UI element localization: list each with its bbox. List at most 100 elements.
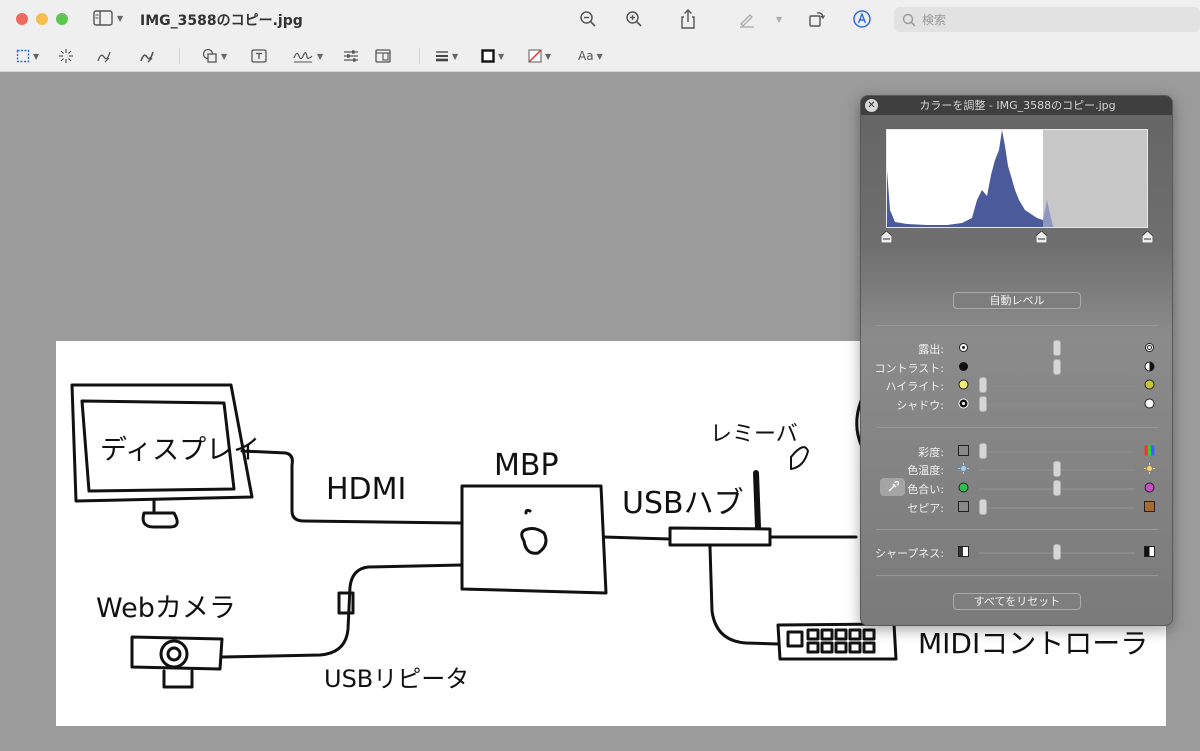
fill-color-button[interactable]: ▼: [528, 47, 551, 65]
sepia-label: セピア:: [907, 502, 944, 515]
zoom-in-icon: [626, 11, 642, 27]
sharpness-min-icon: [958, 546, 969, 557]
toolbar-divider: [179, 48, 180, 64]
sharpness-slider-knob[interactable]: [1053, 544, 1061, 560]
sketch-icon: [97, 51, 111, 63]
shape-style-button[interactable]: ▼: [435, 47, 458, 65]
rotate-button[interactable]: [806, 8, 828, 30]
text-box-button[interactable]: [251, 47, 267, 65]
auto-levels-button[interactable]: 自動レベル: [953, 292, 1081, 309]
label-receiver: レミーバ: [710, 422, 798, 447]
eyedropper-icon: [888, 481, 899, 492]
tint-slider-knob[interactable]: [1053, 480, 1061, 496]
chevron-down-icon: ▼: [596, 51, 603, 61]
chevron-down-icon: ▼: [775, 14, 783, 24]
window-title: IMG_3588のコピー.jpg: [140, 13, 303, 29]
temperature-label: 色温度:: [907, 464, 944, 477]
page-layout-icon: [375, 49, 391, 63]
exposure-slider-knob[interactable]: [1053, 340, 1061, 356]
sepia-min-icon: [958, 501, 969, 512]
markup-toolbar-icon: [853, 10, 871, 28]
contrast-slider-knob[interactable]: [1053, 359, 1061, 375]
text-style-button[interactable]: Aa ▼: [578, 47, 603, 65]
shapes-button[interactable]: ▼: [202, 47, 227, 65]
signature-button[interactable]: ▼: [292, 47, 323, 65]
shadows-label: シャドウ:: [896, 399, 944, 412]
page-layout-button[interactable]: [375, 47, 391, 65]
sepia-slider[interactable]: [979, 507, 1135, 509]
instant-alpha-button[interactable]: [58, 47, 74, 65]
tint-min-icon: [958, 482, 969, 493]
shadows-min-icon: [958, 398, 969, 409]
histogram: [886, 129, 1148, 228]
label-webcam: Webカメラ: [96, 593, 236, 624]
chevron-down-icon: ▼: [498, 51, 505, 61]
rotate-icon: [809, 12, 826, 27]
markup-pen-icon: [740, 14, 754, 28]
close-panel-button[interactable]: ✕: [865, 99, 878, 112]
highlight-menu-button[interactable]: ▼: [772, 8, 786, 30]
rect-selection-icon: [16, 49, 30, 63]
sepia-max-icon: [1144, 501, 1155, 512]
sidebar-toggle-button[interactable]: ▼: [93, 10, 123, 26]
share-icon: [681, 9, 695, 29]
toolbar-divider: [419, 48, 420, 64]
chevron-down-icon: ▼: [117, 13, 124, 23]
saturation-slider[interactable]: [979, 451, 1135, 453]
temperature-max-icon: [1144, 463, 1155, 474]
highlights-slider-knob[interactable]: [979, 377, 987, 393]
minimize-window-button[interactable]: [36, 13, 48, 25]
panel-divider: [876, 325, 1158, 326]
sepia-slider-knob[interactable]: [979, 499, 987, 515]
shadows-slider-knob[interactable]: [979, 396, 987, 412]
zoom-out-button[interactable]: [577, 8, 599, 30]
panel-divider: [876, 529, 1158, 530]
close-window-button[interactable]: [16, 13, 28, 25]
shadows-slider[interactable]: [979, 404, 1135, 406]
zoom-window-button[interactable]: [56, 13, 68, 25]
selection-tools-button[interactable]: ▼: [16, 47, 39, 65]
shadows-max-icon: [1144, 398, 1155, 409]
contrast-max-icon: [1144, 361, 1155, 372]
highlights-label: ハイライト:: [885, 380, 945, 393]
panel-title: カラーを調整 - IMG_3588のコピー.jpg: [861, 96, 1172, 115]
zoom-in-button[interactable]: [623, 8, 645, 30]
highlights-min-icon: [958, 379, 969, 390]
saturation-slider-knob[interactable]: [979, 443, 987, 459]
tint-max-icon: [1144, 482, 1155, 493]
highlight-button[interactable]: [736, 8, 758, 30]
chevron-down-icon: ▼: [317, 51, 324, 61]
border-color-button[interactable]: ▼: [481, 47, 504, 65]
markup-toolbar-button[interactable]: [851, 8, 873, 30]
highlights-max-icon: [1144, 379, 1155, 390]
temperature-slider-knob[interactable]: [1053, 461, 1061, 477]
text-style-label: Aa: [578, 49, 594, 63]
search-field[interactable]: 検索: [894, 7, 1200, 32]
contrast-min-icon: [959, 362, 968, 371]
search-placeholder: 検索: [922, 13, 947, 27]
panel-divider: [876, 575, 1158, 576]
sidebar-icon: [93, 10, 113, 26]
chevron-down-icon: ▼: [545, 51, 552, 61]
draw-button[interactable]: [139, 47, 155, 65]
reset-all-button[interactable]: すべてをリセット: [953, 593, 1081, 610]
temperature-min-icon: [958, 463, 969, 474]
highlights-slider[interactable]: [979, 385, 1135, 387]
black-point-handle[interactable]: [881, 231, 892, 243]
shapes-icon: [202, 48, 217, 63]
share-button[interactable]: [677, 8, 699, 30]
signature-icon: [293, 51, 313, 63]
sketch-button[interactable]: [96, 47, 112, 65]
adjust-color-button[interactable]: [343, 47, 359, 65]
zoom-out-icon: [580, 11, 596, 27]
saturation-min-icon: [958, 445, 969, 456]
label-hdmi: HDMI: [326, 472, 406, 507]
midtone-handle[interactable]: [1036, 231, 1047, 243]
tint-label: 色合い:: [907, 483, 944, 496]
label-mbp: MBP: [494, 448, 559, 483]
exposure-min-icon: [959, 343, 968, 352]
chevron-down-icon: ▼: [33, 51, 40, 61]
white-balance-eyedropper-button[interactable]: [880, 478, 905, 496]
white-point-handle[interactable]: [1142, 231, 1153, 243]
shape-style-icon: [436, 51, 448, 62]
